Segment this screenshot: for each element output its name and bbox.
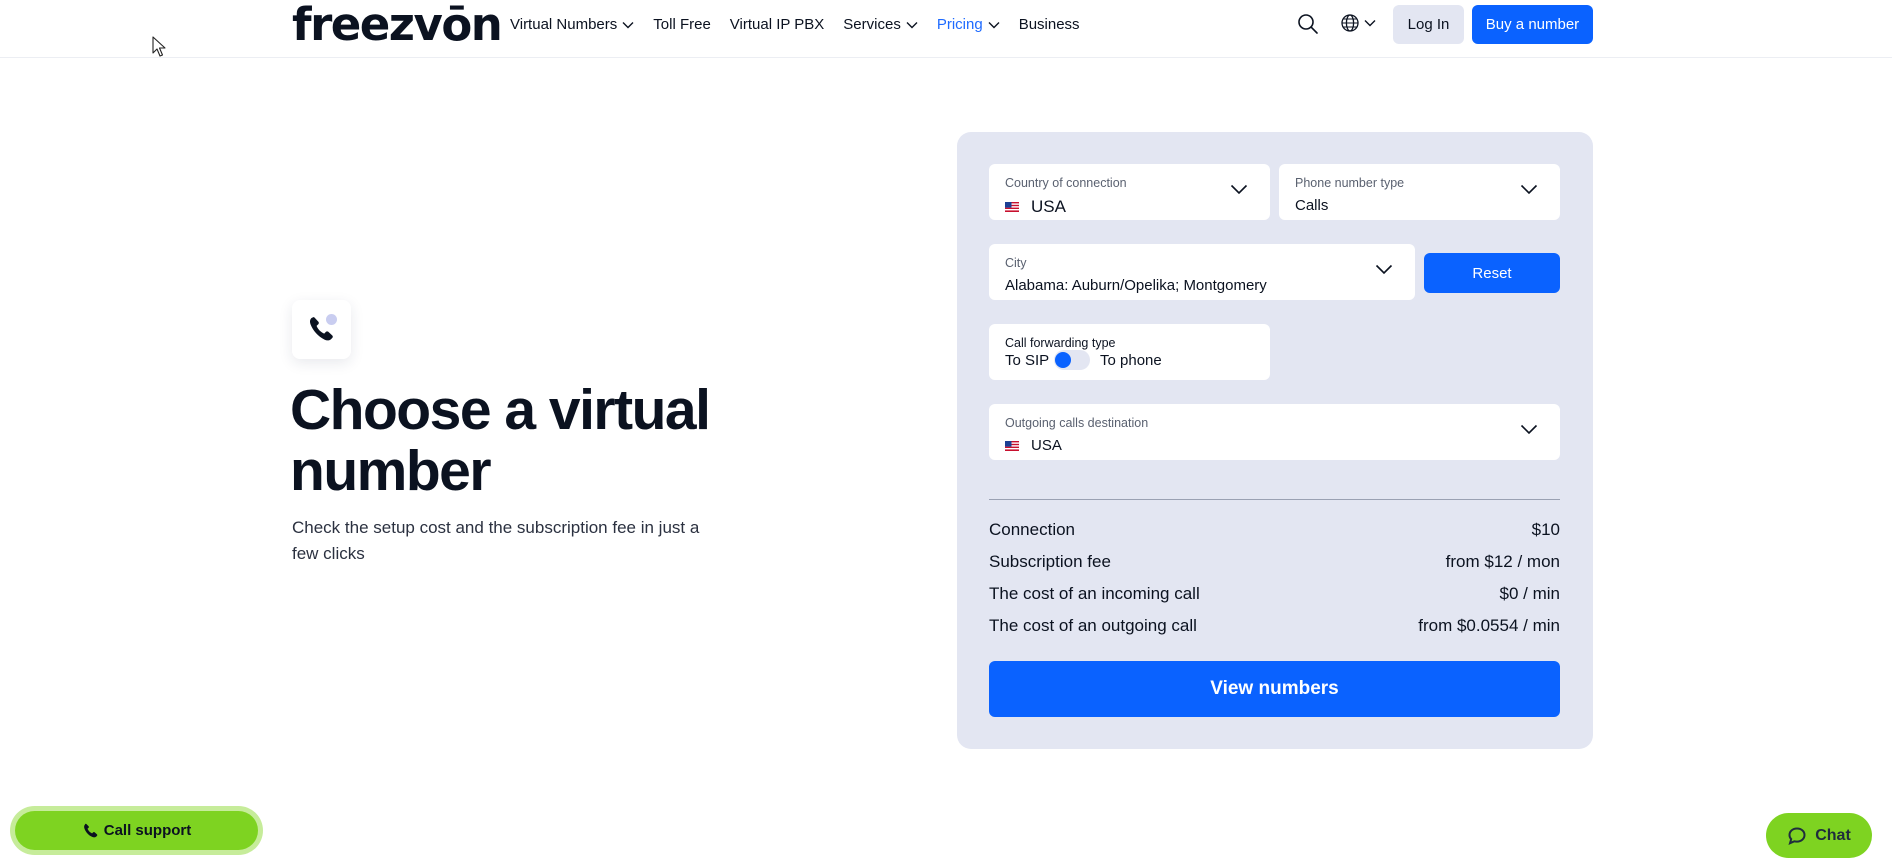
language-selector[interactable] — [1340, 13, 1376, 33]
price-row-connection: Connection $10 — [989, 520, 1560, 540]
forwarding-type-field: Call forwarding type To SIP To phone — [989, 324, 1270, 380]
country-value: USA — [1031, 197, 1066, 216]
login-button[interactable]: Log In — [1393, 5, 1464, 44]
phone-icon — [83, 823, 98, 837]
main-nav: Virtual Numbers Toll Free Virtual IP PBX… — [510, 15, 1099, 35]
city-value: Alabama: Auburn/Opelika; Montgomery — [1005, 277, 1267, 294]
chevron-down-icon — [1230, 184, 1248, 195]
us-flag-icon — [1005, 440, 1019, 451]
nav-services[interactable]: Services — [843, 15, 918, 35]
chevron-down-icon — [988, 22, 1000, 29]
nav-label: Business — [1018, 16, 1080, 33]
country-value-wrap: USA — [1005, 197, 1066, 217]
price-calculator-card: Country of connection USA Phone number t… — [957, 132, 1593, 749]
site-header: freezvōn Virtual Numbers Toll Free Virtu… — [0, 0, 1892, 58]
nav-label: Toll Free — [653, 16, 711, 33]
nav-label: Virtual Numbers — [510, 16, 618, 33]
nav-label: Virtual IP PBX — [729, 16, 825, 33]
outgoing-destination-select[interactable]: Outgoing calls destination USA — [989, 404, 1560, 460]
reset-button[interactable]: Reset — [1424, 253, 1560, 293]
hero-phone-badge — [292, 300, 351, 359]
chevron-down-icon — [1520, 184, 1538, 195]
nav-business[interactable]: Business — [1019, 15, 1080, 35]
price-label: Subscription fee — [989, 552, 1111, 571]
nav-toll-free[interactable]: Toll Free — [653, 15, 711, 35]
forwarding-toggle[interactable] — [1054, 350, 1090, 370]
number-type-value: Calls — [1295, 197, 1329, 214]
number-type-label: Phone number type — [1295, 176, 1405, 190]
price-value: from $12 / mon — [1445, 552, 1560, 571]
city-select[interactable]: City Alabama: Auburn/Opelika; Montgomery — [989, 244, 1415, 300]
price-label: Connection — [989, 520, 1076, 539]
chevron-down-icon — [1520, 424, 1538, 435]
price-row-subscription: Subscription fee from $12 / mon — [989, 552, 1560, 572]
search-icon[interactable] — [1296, 12, 1320, 36]
nav-pricing[interactable]: Pricing — [937, 15, 1000, 35]
page-title: Choose a virtual number — [290, 378, 711, 503]
outgoing-value: USA — [1031, 437, 1062, 454]
outgoing-value-wrap: USA — [1005, 437, 1062, 454]
call-support-inner: Call support — [15, 811, 258, 850]
call-support-label: Call support — [103, 822, 192, 839]
country-label: Country of connection — [1005, 176, 1127, 190]
chevron-down-icon — [1364, 20, 1376, 27]
chevron-down-icon — [1375, 264, 1393, 275]
mouse-cursor-icon — [152, 36, 166, 57]
freezvon-logo[interactable]: freezvōn — [292, 0, 503, 50]
chevron-down-icon — [622, 22, 634, 29]
price-value: from $0.0554 / min — [1418, 616, 1560, 635]
country-select[interactable]: Country of connection USA — [989, 164, 1270, 220]
chat-button[interactable]: Chat — [1766, 813, 1872, 858]
number-type-select[interactable]: Phone number type Calls — [1279, 164, 1560, 220]
forwarding-label: Call forwarding type — [1005, 336, 1116, 350]
price-label: The cost of an incoming call — [989, 584, 1200, 603]
outgoing-label: Outgoing calls destination — [1005, 416, 1149, 430]
toggle-knob — [1055, 352, 1071, 368]
price-divider — [989, 499, 1560, 500]
chat-bubble-icon — [1788, 826, 1806, 845]
price-value: $0 / min — [1499, 584, 1560, 603]
forwarding-left-option[interactable]: To SIP — [1005, 352, 1049, 369]
price-label: The cost of an outgoing call — [989, 616, 1197, 635]
price-value: $10 — [1531, 520, 1560, 539]
nav-virtual-ip-pbx[interactable]: Virtual IP PBX — [730, 15, 825, 35]
page-subtitle: Check the setup cost and the subscriptio… — [292, 518, 700, 563]
buy-number-button[interactable]: Buy a number — [1472, 5, 1593, 44]
globe-icon — [1341, 14, 1359, 32]
forwarding-right-option[interactable]: To phone — [1100, 352, 1162, 369]
view-numbers-button[interactable]: View numbers — [989, 661, 1560, 717]
price-row-outgoing: The cost of an outgoing call from $0.055… — [989, 616, 1560, 636]
phone-icon — [310, 314, 337, 341]
city-label: City — [1005, 256, 1027, 270]
chat-label: Chat — [1815, 826, 1851, 844]
us-flag-icon — [1005, 202, 1019, 212]
chevron-down-icon — [906, 22, 918, 29]
call-support-button[interactable]: Call support — [10, 806, 263, 855]
nav-label: Services — [843, 16, 901, 33]
price-row-incoming: The cost of an incoming call $0 / min — [989, 584, 1560, 604]
nav-virtual-numbers[interactable]: Virtual Numbers — [510, 15, 634, 35]
nav-label: Pricing — [936, 16, 983, 33]
